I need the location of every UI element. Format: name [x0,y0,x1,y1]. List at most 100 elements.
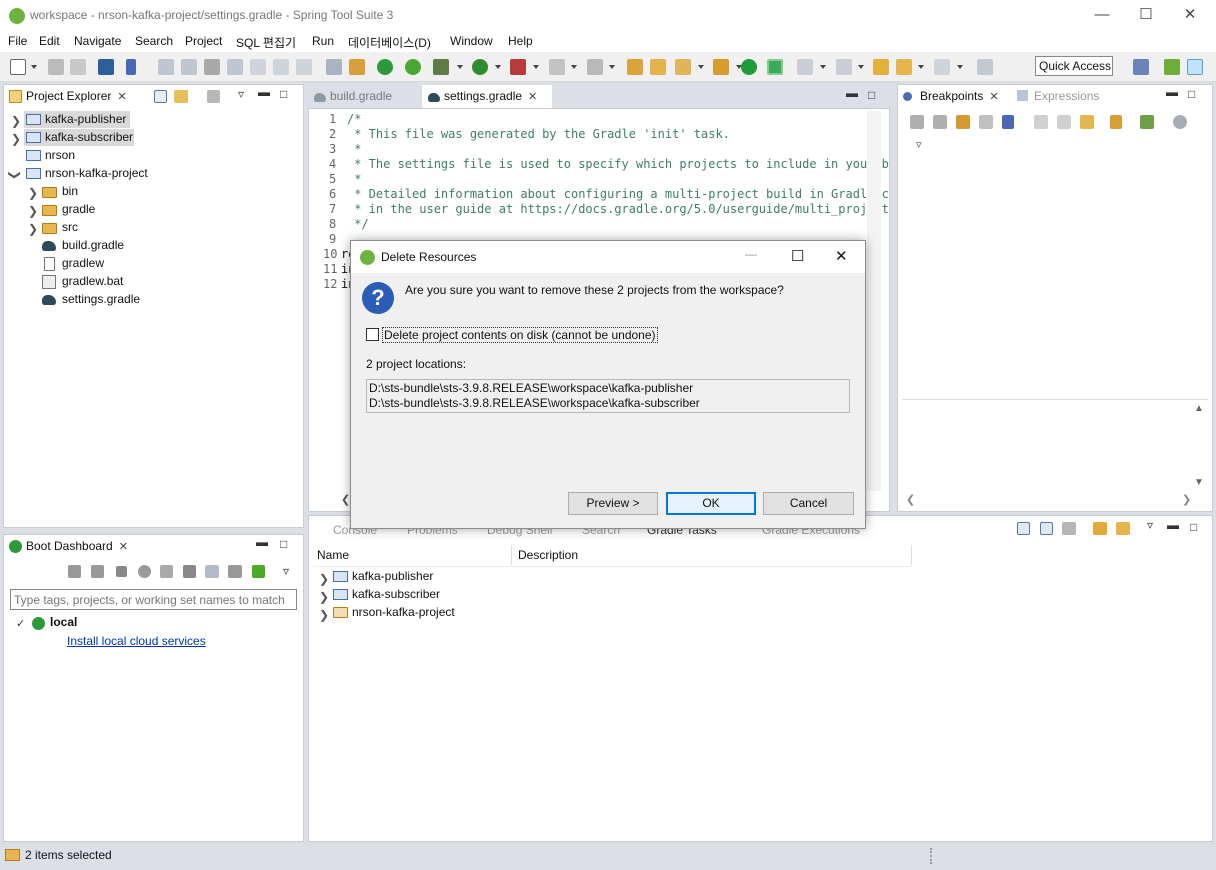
tree-item-gradle[interactable]: gradle [62,202,95,216]
close-tab-icon[interactable]: ✕ [117,91,126,103]
terminate-icon[interactable] [204,59,220,75]
maximize-view-icon[interactable]: □ [1190,520,1197,534]
table-row[interactable]: kafka-subscriber [352,587,440,601]
save-all-icon[interactable] [70,59,86,75]
add-target-icon[interactable] [252,565,265,578]
expand-icon[interactable]: ❯ [319,590,329,604]
skip-all-breakpoints-icon[interactable] [1002,115,1014,129]
view-menu-icon[interactable] [1173,115,1187,129]
column-name[interactable]: Name [317,548,349,562]
menu-edit[interactable]: Edit [39,34,60,48]
menu-navigate[interactable]: Navigate [74,34,121,48]
maximize-editor-icon[interactable]: □ [868,88,875,102]
coverage-dropdown-icon[interactable] [609,65,615,69]
spring-perspective-icon[interactable] [1164,59,1180,75]
table-row[interactable]: kafka-publisher [352,569,433,583]
resume-icon[interactable] [158,59,174,75]
console-icon[interactable] [98,59,114,75]
expand-icon[interactable]: ❯ [11,114,21,128]
tree-item-gradlew-bat[interactable]: gradlew.bat [62,274,123,288]
menu-search[interactable]: Search [135,34,173,48]
close-tab-icon[interactable]: ✕ [119,541,128,553]
maximize-view-icon[interactable]: □ [280,87,287,101]
new-dropdown-icon[interactable] [31,65,37,69]
tree-item-nrson-kafka-project[interactable]: nrson-kafka-project [45,166,148,180]
ok-button[interactable]: OK [666,492,756,515]
step-into-icon[interactable] [250,59,266,75]
scroll-right-icon[interactable]: ❯ [1182,493,1191,506]
view-menu-icon[interactable]: ▿ [283,564,289,578]
pin-editor-icon[interactable] [977,59,993,75]
last-edit-location-icon[interactable] [873,59,889,75]
tab-expressions[interactable]: Expressions [1012,85,1112,109]
previous-annotation-dropdown-icon[interactable] [858,65,864,69]
expand-icon[interactable]: ❯ [28,204,38,218]
filters-icon[interactable] [207,90,220,103]
add-java-exception-breakpoint-icon[interactable] [1110,115,1122,129]
new-java-project-icon[interactable] [627,59,643,75]
vertical-scrollbar[interactable] [867,111,881,491]
run-icon[interactable] [472,59,488,75]
go-to-file-icon[interactable] [979,115,993,129]
scroll-down-icon[interactable]: ▼ [1194,477,1204,488]
dialog-minimize-button[interactable]: — [745,247,757,261]
link-to-selection-icon[interactable] [1062,522,1076,535]
close-button[interactable]: ✕ [1170,4,1210,26]
remove-all-breakpoints-icon[interactable] [933,115,947,129]
debug-icon[interactable] [433,59,449,75]
delete-contents-checkbox[interactable] [366,328,379,341]
maximize-button[interactable]: ☐ [1126,4,1166,26]
previous-annotation-icon[interactable] [836,59,852,75]
expand-icon[interactable]: ❯ [319,572,329,586]
debug-perspective-icon[interactable] [1187,59,1203,75]
open-web-browser-icon[interactable] [138,565,151,578]
menu-run[interactable]: Run [312,34,334,48]
menu-window[interactable]: Window [450,34,493,48]
stop-dropdown-icon[interactable] [571,65,577,69]
debug-dropdown-icon[interactable] [457,65,463,69]
external-tools-icon[interactable] [510,59,526,75]
step-over-icon[interactable] [273,59,289,75]
view-menu-icon[interactable]: ▿ [1147,518,1153,532]
view-menu-icon[interactable]: ▿ [238,87,244,101]
toggle-tracepoint-icon[interactable] [1140,115,1154,129]
scroll-left-icon[interactable]: ❮ [906,493,915,506]
link-with-editor-icon[interactable] [174,90,188,103]
stop-icon[interactable] [549,59,565,75]
filter-input[interactable] [10,589,297,610]
tab-settings-gradle[interactable]: settings.gradle ✕ [422,85,552,109]
new-icon[interactable] [10,59,26,75]
properties-icon[interactable] [205,565,219,578]
minimize-view-icon[interactable]: ▬ [1166,85,1178,99]
suspend-icon[interactable] [181,59,197,75]
tab-boot-dashboard[interactable]: Boot Dashboard ✕ [4,535,138,559]
menu-project[interactable]: Project [185,34,222,48]
minimize-view-icon[interactable]: ▬ [1167,518,1179,532]
tree-item-settings-gradle[interactable]: settings.gradle [62,292,140,306]
new-package-icon[interactable] [650,59,666,75]
relaunch-icon[interactable] [405,59,421,75]
close-tab-icon[interactable]: ✕ [528,91,537,103]
stop-icon[interactable] [116,566,127,577]
link-with-debug-view-icon[interactable] [1080,115,1094,129]
step-return-icon[interactable] [296,59,312,75]
menu-database[interactable]: 데이터베이스(D) [348,34,431,51]
tab-breakpoints[interactable]: Breakpoints ✕ [898,85,1010,109]
tree-item-build-gradle[interactable]: build.gradle [62,238,124,252]
minimize-view-icon[interactable]: ▬ [258,85,270,99]
menu-file[interactable]: File [8,34,27,48]
breakpoint-detail-pane[interactable] [902,399,1208,491]
dropdown-icon[interactable]: ▿ [916,138,922,151]
next-annotation-dropdown-icon[interactable] [820,65,826,69]
collapse-icon[interactable]: ❯ [8,170,22,180]
collapse-icon[interactable]: ✓ [16,617,25,630]
table-row[interactable]: nrson-kafka-project [352,605,455,619]
expand-all-icon[interactable] [1034,115,1048,129]
scroll-left-icon[interactable]: ❮ [341,493,350,506]
minimize-editor-icon[interactable]: ▬ [846,86,858,100]
tree-item-gradlew[interactable]: gradlew [62,256,104,270]
edit-icon[interactable] [183,565,196,578]
external-tools-dropdown-icon[interactable] [533,65,539,69]
spring-boot-icon[interactable] [741,59,757,75]
refresh-tasks-icon[interactable] [1093,522,1107,535]
